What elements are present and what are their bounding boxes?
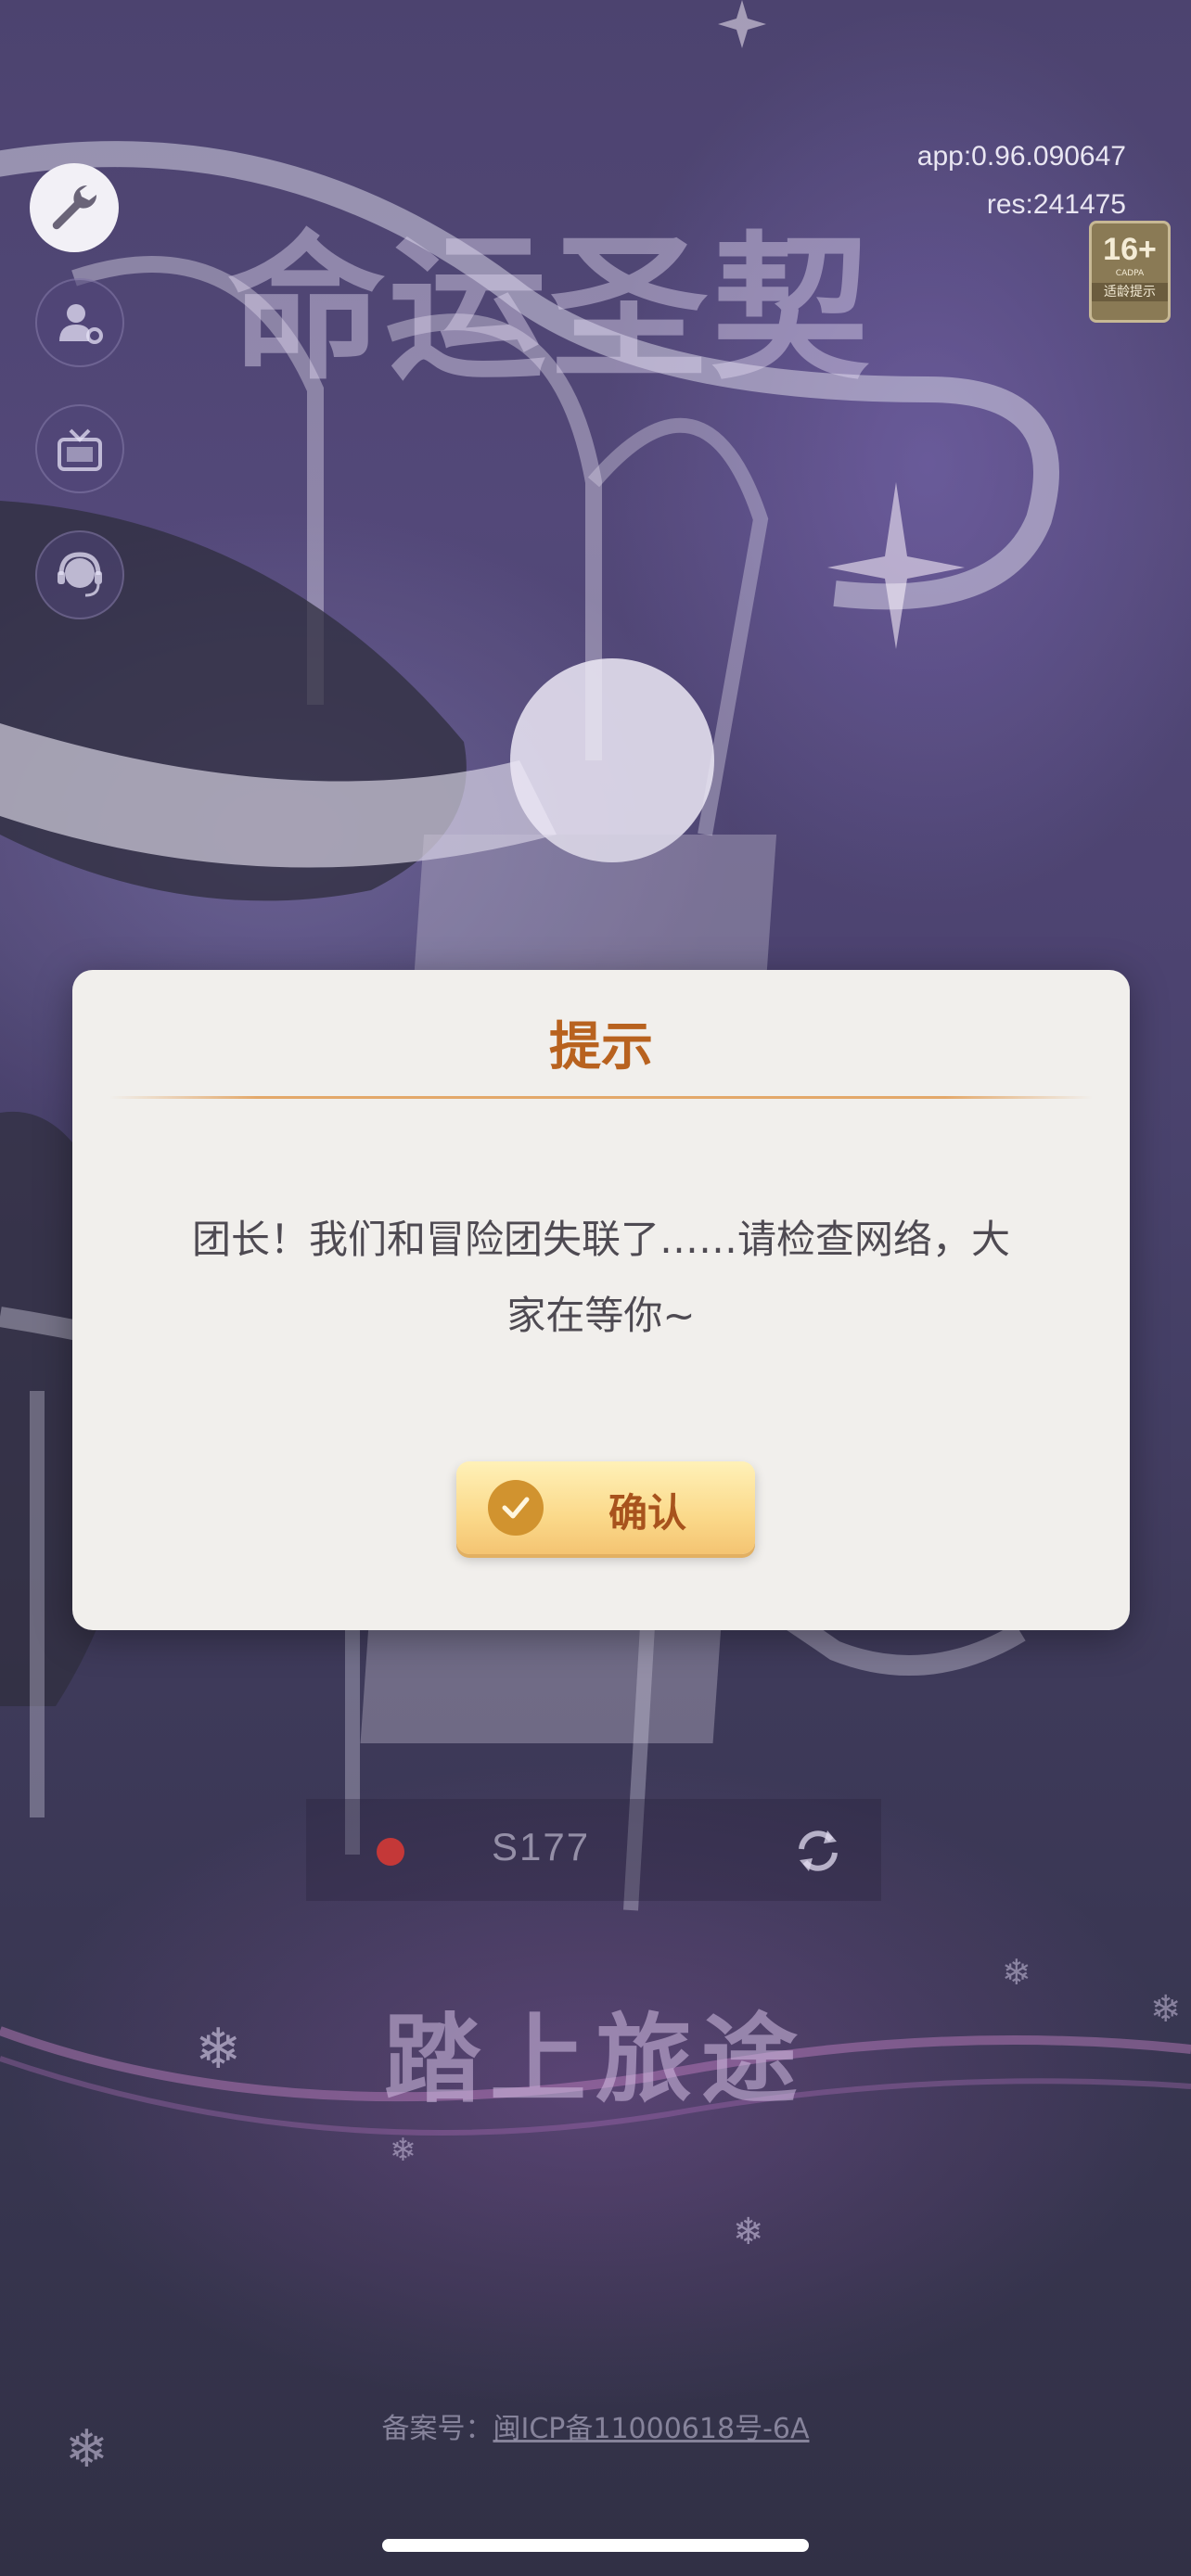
confirm-label: 确认	[608, 1490, 686, 1536]
wrench-icon	[52, 185, 97, 230]
announcement-tv-icon	[58, 428, 102, 471]
announcement-button[interactable]	[35, 404, 124, 493]
age-rating-label: 适龄提示	[1092, 283, 1168, 301]
dialog-message: 团长！我们和冒险团失联了……请检查网络，大家在等你~	[191, 1217, 1010, 1338]
icp-link[interactable]: 闽ICP备11000618号-6A	[493, 2413, 809, 2445]
age-rating-org: CADPA	[1115, 269, 1145, 278]
res-version: res:241475	[986, 189, 1126, 220]
icp-record: 备案号：闽ICP备11000618号-6A	[0, 2405, 1191, 2446]
dialog-title: 提示	[549, 1017, 653, 1078]
account-settings-icon	[59, 304, 103, 344]
server-selector[interactable]: S177	[306, 1799, 881, 1901]
checkmark-icon	[488, 1480, 544, 1536]
start-journey-button[interactable]: 踏上旅途	[0, 1981, 1191, 2121]
customer-service-headset-icon	[58, 552, 102, 597]
server-name: S177	[492, 1825, 591, 1868]
confirm-button[interactable]: 确认	[456, 1461, 755, 1554]
network-error-dialog: 提示 团长！我们和冒险团失联了……请检查网络，大家在等你~ 确认	[72, 970, 1130, 1630]
customer-service-button[interactable]	[35, 530, 124, 619]
account-settings-button[interactable]	[35, 278, 124, 367]
age-rating-number: 16+	[1103, 232, 1157, 267]
dialog-divider	[109, 1096, 1093, 1099]
app-version: app:0.96.090647	[916, 141, 1126, 172]
home-indicator[interactable]	[382, 2539, 809, 2552]
icp-prefix: 备案号：	[381, 2413, 493, 2445]
age-rating-badge[interactable]: 16+ CADPA 适龄提示	[1089, 221, 1171, 323]
refresh-icon[interactable]	[790, 1823, 846, 1879]
repair-tool-button[interactable]	[30, 163, 119, 252]
server-status-dot	[377, 1838, 404, 1866]
game-logo: 命运圣契	[227, 216, 874, 402]
